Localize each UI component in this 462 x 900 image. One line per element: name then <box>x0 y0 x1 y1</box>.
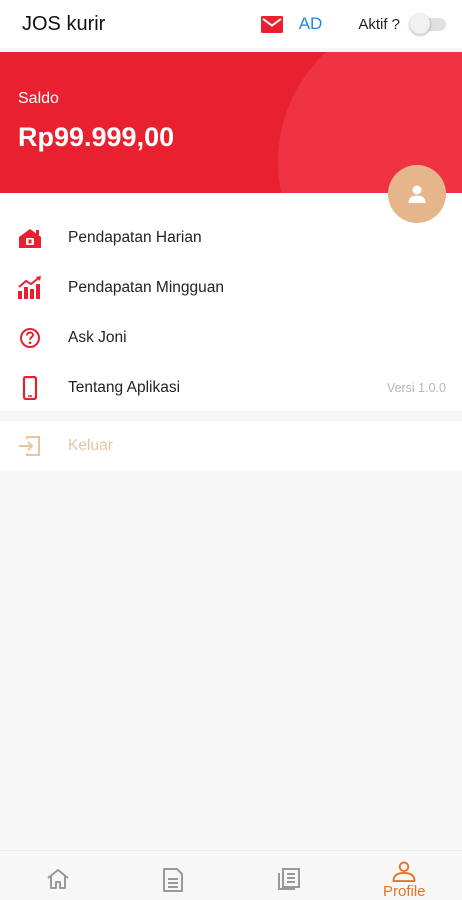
ad-button[interactable]: AD <box>299 14 323 34</box>
menu-label-daily-income: Pendapatan Harian <box>68 229 202 246</box>
nav-profile[interactable]: Profile <box>347 851 462 900</box>
home-icon <box>47 869 69 889</box>
user-icon <box>408 185 426 203</box>
balance-label: Saldo <box>18 90 59 107</box>
app-bar: JOS kurir AD Aktif ? <box>0 0 462 48</box>
toggle-thumb <box>410 14 430 34</box>
mail-icon[interactable] <box>259 11 285 37</box>
help-circle-icon <box>16 324 44 352</box>
menu-label-weekly-income: Pendapatan Mingguan <box>68 279 224 296</box>
active-status-label: Aktif ? <box>358 15 400 33</box>
profile-menu: Pendapatan Harian Pendapatan Mingguan As… <box>0 193 462 411</box>
document-icon <box>163 868 184 892</box>
nav-news[interactable] <box>231 851 347 900</box>
weekly-income-chart-icon <box>16 274 44 302</box>
app-version: Versi 1.0.0 <box>386 381 446 395</box>
app-title: JOS kurir <box>22 12 106 35</box>
balance-banner: Saldo Rp99.999,00 <box>0 52 462 193</box>
menu-item-weekly-income[interactable]: Pendapatan Mingguan <box>0 263 462 313</box>
nav-documents[interactable] <box>116 851 232 900</box>
daily-income-icon <box>16 224 44 252</box>
balance-value: Rp99.999,00 <box>18 122 175 152</box>
avatar[interactable] <box>388 165 446 223</box>
nav-home[interactable] <box>0 851 116 900</box>
active-toggle[interactable] <box>410 14 446 34</box>
nav-profile-label: Profile <box>382 883 426 900</box>
menu-label-about-app: Tentang Aplikasi <box>68 379 181 396</box>
menu-item-ask-joni[interactable]: Ask Joni <box>0 313 462 363</box>
menu-item-daily-income[interactable]: Pendapatan Harian <box>0 213 462 263</box>
phone-icon <box>16 374 44 402</box>
logout-icon <box>16 432 44 460</box>
logout-label: Keluar <box>68 437 113 454</box>
menu-item-about-app[interactable]: Tentang Aplikasi Versi 1.0.0 <box>0 363 462 413</box>
logout-button[interactable]: Keluar <box>0 421 462 471</box>
bottom-nav: Profile <box>0 850 462 900</box>
profile-icon <box>392 861 416 882</box>
menu-label-ask-joni: Ask Joni <box>68 329 127 346</box>
news-icon <box>277 868 300 890</box>
